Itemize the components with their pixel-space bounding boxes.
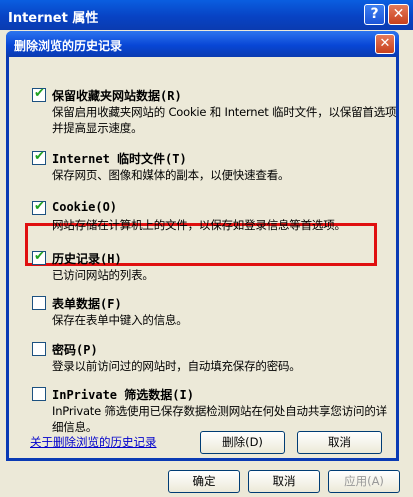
dialog-body: ✔ 保留收藏夹网站数据(R) 保留启用收藏夹网站的 Cookie 和 Inter… bbox=[9, 57, 397, 458]
option-label: 历史记录(H) bbox=[52, 252, 122, 266]
help-icon: ? bbox=[370, 6, 379, 22]
help-button[interactable]: ? bbox=[364, 4, 385, 25]
apply-button[interactable]: 应用(A) bbox=[328, 470, 400, 493]
delete-button[interactable]: 删除(D) bbox=[200, 431, 285, 454]
option-label: 表单数据(F) bbox=[52, 297, 122, 311]
delete-history-dialog: 删除浏览的历史记录 ✕ ✔ 保留收藏夹网站数据(R) 保留启用收藏夹网站的 Co… bbox=[6, 31, 399, 461]
outer-cancel-button[interactable]: 取消 bbox=[248, 470, 320, 493]
outer-close-button[interactable]: ✕ bbox=[388, 4, 409, 25]
checkbox-passwords[interactable] bbox=[32, 342, 46, 356]
dialog-title-bar: 删除浏览的历史记录 ✕ bbox=[6, 31, 399, 57]
checkbox-inprivate-filtering[interactable] bbox=[32, 387, 46, 401]
close-icon: ✕ bbox=[392, 6, 405, 22]
option-description: 保留启用收藏夹网站的 Cookie 和 Internet 临时文件，以保留首选项… bbox=[52, 105, 397, 135]
option-description: 网站存储在计算机上的文件，以保存如登录信息等首选项。 bbox=[52, 218, 346, 232]
checkbox-temp-files[interactable]: ✔ bbox=[32, 149, 46, 165]
option-description: 保存在表单中键入的信息。 bbox=[52, 313, 188, 327]
dialog-title: 删除浏览的历史记录 bbox=[14, 39, 123, 53]
close-icon: ✕ bbox=[379, 36, 391, 51]
check-icon: ✔ bbox=[34, 249, 45, 264]
checkbox-form-data[interactable] bbox=[32, 296, 46, 310]
check-icon: ✔ bbox=[34, 149, 45, 164]
option-description: 保存网页、图像和媒体的副本，以便快速查看。 bbox=[52, 168, 290, 182]
check-icon: ✔ bbox=[34, 199, 45, 214]
option-description: 登录以前访问过的网站时，自动填充保存的密码。 bbox=[52, 359, 301, 373]
about-delete-history-link[interactable]: 关于删除浏览的历史记录 bbox=[30, 434, 157, 450]
checkbox-preserve-favorites[interactable]: ✔ bbox=[32, 86, 46, 102]
option-label: InPrivate 筛选数据(I) bbox=[52, 388, 194, 402]
checkbox-history[interactable]: ✔ bbox=[32, 249, 46, 265]
outer-title-bar: Internet 属性 ? ✕ bbox=[0, 0, 413, 30]
option-label: 保留收藏夹网站数据(R) bbox=[52, 89, 182, 103]
option-label: Internet 临时文件(T) bbox=[52, 152, 187, 166]
option-label: 密码(P) bbox=[52, 343, 98, 357]
option-description: 已访问网站的列表。 bbox=[52, 268, 154, 282]
option-label: Cookie(O) bbox=[52, 200, 118, 214]
ok-button[interactable]: 确定 bbox=[168, 470, 240, 493]
dialog-close-button[interactable]: ✕ bbox=[375, 34, 395, 54]
check-icon: ✔ bbox=[34, 86, 45, 101]
outer-window-title: Internet 属性 bbox=[8, 11, 99, 26]
dialog-cancel-button[interactable]: 取消 bbox=[297, 431, 382, 454]
checkbox-cookies[interactable]: ✔ bbox=[32, 199, 46, 215]
